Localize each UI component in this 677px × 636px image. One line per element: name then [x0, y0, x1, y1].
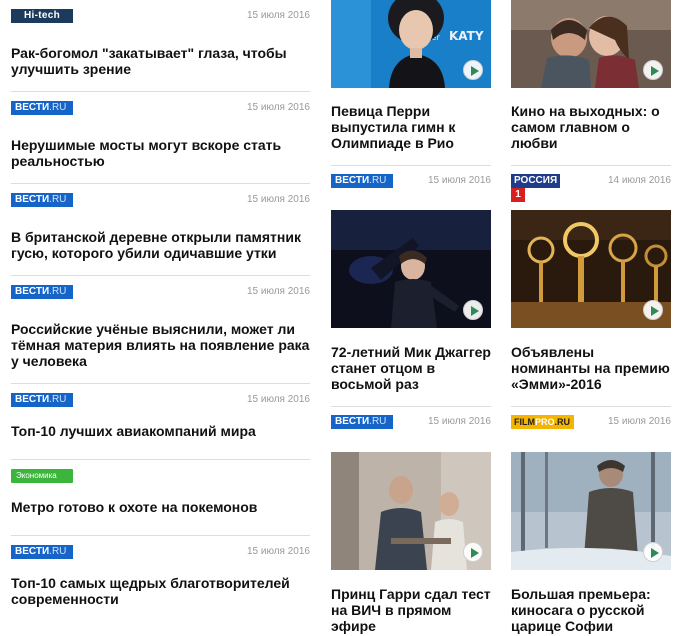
card-meta: РОССИЯ1 14 июля 2016 [511, 174, 671, 202]
card-meta: ВЕСТИ.RU 15 июля 2016 [331, 174, 491, 188]
news-meta: ВЕСТИ.RU 15 июля 2016 [11, 193, 310, 207]
source-badge-economy[interactable]: Экономика [11, 469, 73, 483]
card-meta: ВЕСТИ.RU 15 июля 2016 [331, 415, 491, 429]
card-meta: FILMPRO.RU 15 июля 2016 [511, 415, 671, 429]
news-date: 15 июля 2016 [246, 546, 310, 557]
card-title[interactable]: Большая премьера: киносага о русской цар… [511, 586, 671, 634]
news-item[interactable]: ВЕСТИ.RU 15 июля 2016 Нерушимые мосты мо… [11, 92, 310, 184]
emmy-statues-thumbnail[interactable] [511, 210, 671, 328]
card-date: 15 июля 2016 [427, 175, 491, 186]
card-title[interactable]: Певица Перри выпустила гимн к Олимпиаде … [331, 103, 491, 151]
news-item[interactable]: ВЕСТИ.RU 15 июля 2016 Российские учёные … [11, 276, 310, 384]
play-icon[interactable] [643, 60, 663, 80]
svg-text:KATY: KATY [449, 29, 484, 43]
tsarina-sofia-thumbnail[interactable] [511, 452, 671, 570]
play-icon[interactable] [463, 300, 483, 320]
source-badge-vesti[interactable]: ВЕСТИ.RU [331, 174, 393, 188]
source-badge-rossia[interactable]: РОССИЯ1 [511, 174, 574, 202]
movie-kiss-thumbnail[interactable] [511, 0, 671, 88]
source-badge-vesti[interactable]: ВЕСТИ.RU [11, 193, 73, 207]
news-meta: Hi-tech 15 июля 2016 [11, 9, 310, 23]
source-badge-vesti[interactable]: ВЕСТИ.RU [331, 415, 393, 429]
card-divider [331, 165, 491, 166]
katy-perry-thumbnail[interactable]: KATY Time Warner [331, 0, 491, 88]
card-title[interactable]: 72-летний Мик Джаггер станет отцом в вос… [331, 344, 491, 392]
news-meta: ВЕСТИ.RU 15 июля 2016 [11, 101, 310, 115]
news-date: 15 июля 2016 [246, 194, 310, 205]
card-divider [511, 406, 671, 407]
news-item[interactable]: Экономика Метро готово к охоте на покемо… [11, 460, 310, 536]
news-item[interactable]: ВЕСТИ.RU 15 июля 2016 Топ-10 лучших авиа… [11, 384, 310, 460]
card-date: 14 июля 2016 [607, 175, 671, 186]
news-item[interactable]: ВЕСТИ.RU 15 июля 2016 В британской дерев… [11, 184, 310, 276]
news-headline[interactable]: Рак-богомол "закатывает" глаза, чтобы ул… [11, 45, 310, 77]
card-divider [511, 165, 671, 166]
news-date: 15 июля 2016 [246, 394, 310, 405]
source-badge-vesti[interactable]: ВЕСТИ.RU [11, 285, 73, 299]
news-item[interactable]: ВЕСТИ.RU 15 июля 2016 Топ-10 самых щедры… [11, 536, 310, 632]
card-title[interactable]: Объявлены номинанты на премию «Эмми»-201… [511, 344, 671, 392]
mick-jagger-thumbnail[interactable] [331, 210, 491, 328]
source-badge-vesti[interactable]: ВЕСТИ.RU [11, 393, 73, 407]
prince-harry-thumbnail[interactable] [331, 452, 491, 570]
news-headline[interactable]: Топ-10 лучших авиакомпаний мира [11, 423, 310, 439]
source-badge-hitech[interactable]: Hi-tech [11, 9, 73, 23]
news-headline[interactable]: В британской деревне открыли памятник гу… [11, 229, 310, 261]
news-meta: ВЕСТИ.RU 15 июля 2016 [11, 285, 310, 299]
news-item[interactable]: Hi-tech 15 июля 2016 Рак-богомол "закаты… [11, 0, 310, 92]
play-icon[interactable] [643, 542, 663, 562]
news-list: Hi-tech 15 июля 2016 Рак-богомол "закаты… [11, 0, 310, 632]
source-badge-vesti[interactable]: ВЕСТИ.RU [11, 101, 73, 115]
source-badge-vesti[interactable]: ВЕСТИ.RU [11, 545, 73, 559]
play-icon[interactable] [463, 60, 483, 80]
source-badge-filmpro[interactable]: FILMPRO.RU [511, 415, 574, 429]
card-title[interactable]: Принц Гарри сдал тест на ВИЧ в прямом эф… [331, 586, 491, 634]
news-date: 15 июля 2016 [246, 286, 310, 297]
news-meta: Экономика [11, 469, 310, 483]
news-headline[interactable]: Российские учёные выяснили, может ли тём… [11, 321, 310, 369]
card-date: 15 июля 2016 [607, 416, 671, 427]
news-date: 15 июля 2016 [246, 102, 310, 113]
news-meta: ВЕСТИ.RU 15 июля 2016 [11, 545, 310, 559]
news-meta: ВЕСТИ.RU 15 июля 2016 [11, 393, 310, 407]
card-date: 15 июля 2016 [427, 416, 491, 427]
news-date: 15 июля 2016 [246, 10, 310, 21]
card-title[interactable]: Кино на выходных: о самом главном о любв… [511, 103, 671, 151]
news-headline[interactable]: Нерушимые мосты могут вскоре стать реаль… [11, 137, 310, 169]
play-icon[interactable] [463, 542, 483, 562]
card-divider [331, 406, 491, 407]
play-icon[interactable] [643, 300, 663, 320]
news-headline[interactable]: Метро готово к охоте на покемонов [11, 499, 310, 515]
news-headline[interactable]: Топ-10 самых щедрых благотворителей совр… [11, 575, 310, 607]
